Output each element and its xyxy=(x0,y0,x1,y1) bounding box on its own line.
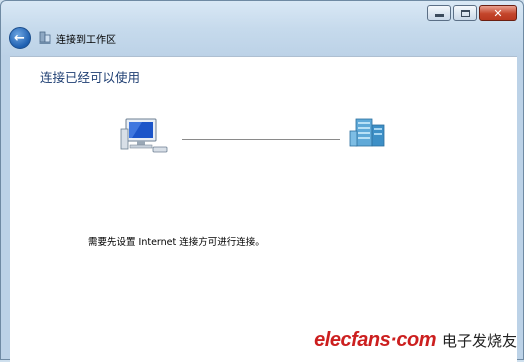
back-button[interactable]: ← xyxy=(9,27,31,49)
watermark-cn: 电子发烧友 xyxy=(441,334,517,350)
close-button[interactable]: ✕ xyxy=(479,5,517,21)
wizard-nav: ← 连接到工作区 xyxy=(9,26,116,50)
back-arrow-icon: ← xyxy=(14,30,25,46)
watermark-logo: elecfans·com 电子发烧友 xyxy=(314,329,517,352)
wizard-window: ✕ ← 连接到工作区 连接已经可以使用 需要先设置 Internet 连接方可进… xyxy=(0,0,524,362)
wizard-title: 连接到工作区 xyxy=(56,34,116,46)
setup-internet-message: 需要先设置 Internet 连接方可进行连接。 xyxy=(88,237,265,248)
content-pane: 连接已经可以使用 需要先设置 Internet 连接方可进行连接。 xyxy=(10,56,517,362)
close-icon: ✕ xyxy=(493,6,503,20)
page-heading: 连接已经可以使用 xyxy=(40,70,141,85)
workplace-server-icon xyxy=(348,117,390,153)
minimize-icon xyxy=(434,14,444,17)
maximize-button[interactable] xyxy=(453,5,477,21)
computer-icon xyxy=(120,117,170,159)
watermark-site: elecfans·com xyxy=(314,329,436,351)
minimize-button[interactable] xyxy=(427,5,451,21)
connection-line xyxy=(182,139,340,140)
maximize-icon xyxy=(460,9,470,17)
caption-buttons: ✕ xyxy=(427,5,517,21)
workplace-network-icon xyxy=(39,31,51,45)
